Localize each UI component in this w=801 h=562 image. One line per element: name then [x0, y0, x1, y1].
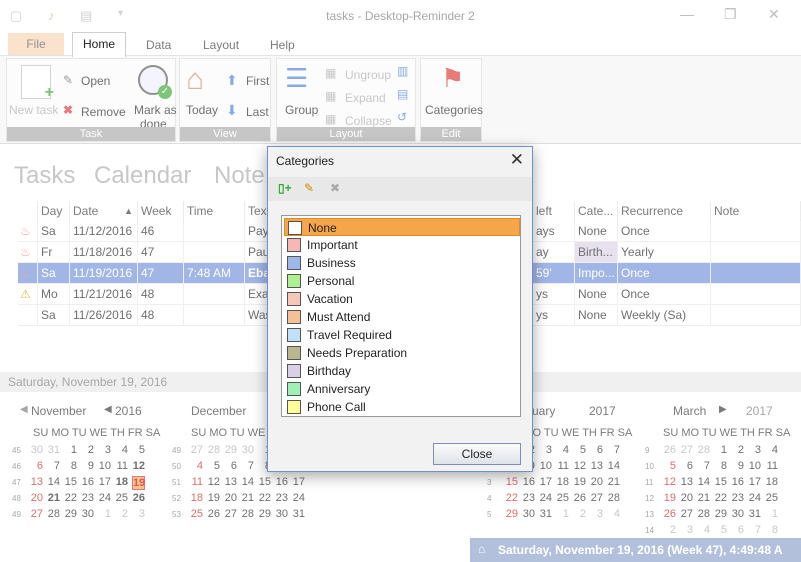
category-label: Birthday [307, 364, 352, 378]
close-button[interactable]: Close [433, 443, 521, 465]
category-color-swatch [287, 364, 301, 378]
category-label: Vacation [307, 292, 353, 306]
category-color-swatch [288, 221, 302, 235]
category-color-swatch [287, 274, 301, 288]
category-item[interactable]: None [284, 218, 520, 236]
category-color-swatch [287, 292, 301, 306]
tab-home[interactable]: Home [72, 32, 126, 57]
category-label: Personal [307, 274, 355, 288]
dialog-close-icon[interactable]: ✕ [510, 150, 524, 170]
category-color-swatch [287, 310, 301, 324]
dialog-toolbar: ▯+ ✎ ✖ [268, 177, 532, 201]
category-item[interactable]: Personal [284, 272, 520, 290]
category-label: Business [307, 256, 356, 270]
category-item[interactable]: Travel Required [284, 326, 520, 344]
category-list[interactable]: None Important Business Personal Vacation Mus… [281, 215, 521, 417]
delete-category-icon[interactable]: ✖ [330, 181, 340, 195]
category-item[interactable]: Must Attend [284, 308, 520, 326]
category-label: Must Attend [307, 310, 371, 324]
category-item[interactable]: Anniversary [284, 380, 520, 398]
categories-dialog: Categories ✕ ▯+ ✎ ✖ None Important Busines… [267, 146, 533, 472]
category-label: None [308, 221, 337, 235]
category-color-swatch [287, 238, 301, 252]
edit-category-icon[interactable]: ✎ [304, 181, 314, 195]
category-label: Travel Required [307, 328, 392, 342]
category-color-swatch [287, 346, 301, 360]
category-label: Anniversary [307, 382, 371, 396]
category-label: Important [307, 238, 358, 252]
category-label: Phone Call [307, 400, 366, 414]
category-item[interactable]: Business [284, 254, 520, 272]
category-color-swatch [287, 328, 301, 342]
category-item[interactable]: Important [284, 236, 520, 254]
category-label: Needs Preparation [307, 346, 408, 360]
category-item[interactable]: Phone Call [284, 398, 520, 416]
category-color-swatch [287, 400, 301, 414]
category-item[interactable]: Needs Preparation [284, 344, 520, 362]
add-category-icon[interactable]: ▯+ [278, 181, 292, 195]
category-color-swatch [287, 382, 301, 396]
category-item[interactable]: Vacation [284, 290, 520, 308]
dialog-title: Categories [276, 154, 335, 168]
category-item[interactable]: Birthday [284, 362, 520, 380]
category-color-swatch [287, 256, 301, 270]
